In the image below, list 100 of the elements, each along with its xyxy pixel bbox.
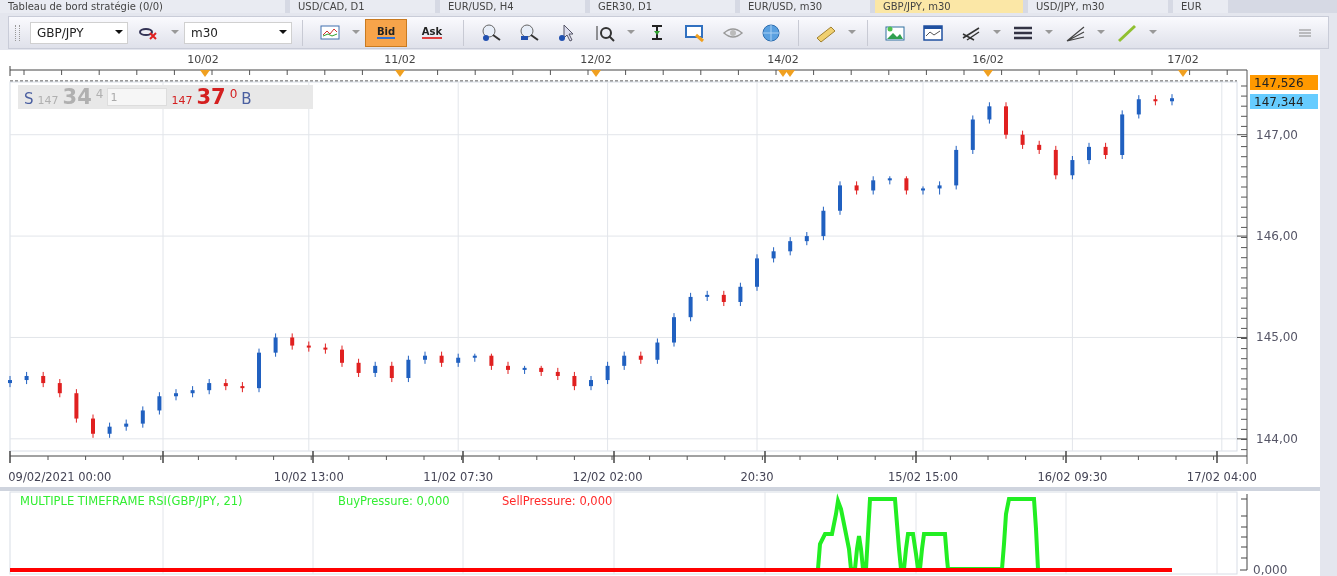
price-axis-label: 147,00	[1256, 127, 1298, 142]
caret-icon	[171, 30, 179, 35]
candle	[1087, 142, 1091, 165]
sell-price: 34	[62, 85, 92, 109]
chart-tab[interactable]: USD/JPY, m30	[1028, 0, 1168, 13]
candle	[1170, 93, 1174, 106]
candle	[738, 282, 743, 307]
chart-tab[interactable]: GBP/JPY, m30	[875, 0, 1023, 13]
candle	[589, 375, 593, 391]
time-axis-label: 17/02 04:00	[1186, 470, 1257, 484]
event-marker-icon	[1178, 70, 1188, 77]
price-axis-label: 146,00	[1256, 229, 1298, 244]
buy-pressure-label: BuyPressure: 0,000	[338, 494, 450, 508]
event-marker-icon	[395, 70, 405, 77]
caret-icon	[993, 30, 1001, 35]
candle	[91, 414, 95, 439]
candle	[871, 175, 876, 195]
candle	[207, 378, 212, 395]
caret-icon	[352, 30, 360, 35]
candle	[306, 341, 311, 353]
candle	[572, 371, 577, 391]
sell-label: S	[24, 90, 34, 108]
candle	[605, 361, 610, 385]
caret-icon	[115, 30, 123, 35]
candle	[672, 312, 676, 348]
candle	[57, 378, 62, 398]
date-label: 17/02	[1167, 53, 1199, 66]
candle	[854, 180, 859, 195]
sell-pip: 4	[95, 87, 104, 101]
candle	[804, 231, 809, 246]
candle	[522, 365, 527, 375]
caret-icon	[1045, 30, 1053, 35]
time-axis-label: 10/02 13:00	[273, 470, 344, 484]
price-axis-label: 144,00	[1256, 431, 1298, 446]
time-axis-label: 12/02 02:00	[572, 470, 643, 484]
candle	[340, 345, 344, 368]
candle	[954, 145, 959, 190]
caret-icon	[1149, 30, 1157, 35]
line-tool-icon	[1116, 22, 1138, 43]
indicator-axis-label: 0,000	[1253, 563, 1288, 576]
candle	[987, 101, 992, 125]
caret-icon	[848, 30, 856, 35]
candle	[1070, 155, 1075, 180]
symbol-dropdown[interactable]: GBP/JPY	[30, 21, 128, 44]
candle	[788, 236, 793, 256]
candle	[124, 419, 129, 432]
candle	[240, 381, 245, 393]
candle	[174, 388, 178, 401]
chart-tab[interactable]: EUR	[1173, 0, 1228, 13]
chart-tab[interactable]: EUR/USD, m30	[740, 0, 870, 13]
candle	[223, 378, 228, 391]
candle	[921, 185, 925, 195]
candle	[356, 358, 361, 378]
candle	[157, 391, 162, 415]
date-label: 14/02	[767, 53, 799, 66]
price-side-button[interactable]: Ask	[411, 18, 453, 47]
candle	[506, 361, 510, 375]
indicator-title: MULTIPLE TIMEFRAME RSI(GBP/JPY, 21)	[20, 494, 243, 508]
caret-icon	[627, 30, 635, 35]
time-axis-label: 09/02/2021 00:00	[8, 470, 112, 484]
zoom-out-icon	[518, 22, 540, 43]
candle	[771, 246, 776, 263]
date-label: 12/02	[580, 53, 612, 66]
candle	[622, 351, 627, 371]
candle	[456, 353, 461, 368]
price-side-button[interactable]: Bid	[365, 18, 407, 47]
candle	[887, 175, 892, 185]
candle	[373, 361, 378, 378]
time-axis-label: 11/02 07:30	[423, 470, 494, 484]
candle	[257, 348, 261, 393]
chart-tab[interactable]: GER30, D1	[590, 0, 735, 13]
candle	[904, 175, 909, 195]
date-label: 11/02	[384, 53, 416, 66]
timeframe-dropdown[interactable]: m30	[184, 21, 292, 44]
candle	[970, 114, 975, 155]
chart-icon	[319, 22, 341, 43]
chart-tab[interactable]: USD/CAD, D1	[290, 0, 435, 13]
event-marker-icon	[200, 70, 210, 77]
caret-icon	[279, 30, 287, 35]
event-marker-icon	[983, 70, 993, 77]
candle	[472, 353, 477, 363]
candle	[688, 292, 693, 322]
candle	[190, 385, 195, 398]
price-axis-label: 145,00	[1256, 330, 1298, 345]
chart-tab[interactable]: Tableau de bord stratégie (0/0)	[0, 0, 285, 13]
candle	[423, 351, 427, 365]
time-axis-label: 15/02 15:00	[888, 470, 958, 484]
candle	[323, 343, 328, 355]
chart-tab[interactable]: EUR/USD, H4	[440, 0, 585, 13]
time-axis-label: 20:30	[740, 470, 774, 484]
candle	[273, 332, 278, 358]
candle	[655, 338, 660, 365]
candle	[937, 180, 942, 195]
candle	[1037, 140, 1042, 155]
candle	[8, 375, 12, 388]
candle	[389, 361, 394, 383]
window-icon	[922, 22, 944, 43]
price-tag: 147,526	[1250, 75, 1318, 90]
candle	[755, 253, 759, 292]
globe-icon	[760, 22, 782, 43]
